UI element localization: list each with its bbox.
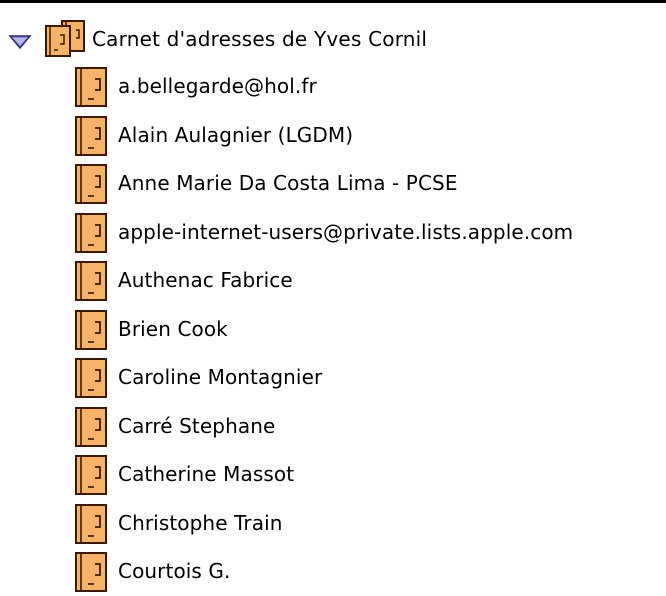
address-book-title[interactable]: Carnet d'adresses de Yves Cornil [92,27,427,51]
address-card-icon [75,212,107,253]
address-card-icon [75,309,107,350]
address-book-group-icon [45,20,85,57]
contact-list-item[interactable]: Brien Cook [0,306,666,354]
address-card-icon [75,358,107,398]
contact-label: Brien Cook [118,316,228,341]
address-card-icon [75,164,107,204]
address-card-icon [75,406,107,447]
contact-label: Authenac Fabrice [118,268,293,292]
contact-label: Carré Stephane [118,413,276,438]
contact-list-item[interactable]: Catherine Massot [0,451,666,499]
contact-label: a.bellegarde@hol.fr [118,74,317,98]
contact-list-item[interactable]: Alain Aulagnier (LGDM) [0,112,666,160]
contact-list-item[interactable]: Christophe Train [0,500,666,548]
contact-label: Alain Aulagnier (LGDM) [118,122,354,147]
disclosure-triangle-down-icon[interactable] [8,34,32,50]
contact-list-item[interactable]: apple-internet-users@private.lists.apple… [0,209,666,257]
address-card-icon [75,455,107,495]
contact-list-item[interactable]: Carré Stephane [0,403,666,451]
address-card-icon [75,115,107,156]
contact-label: Christophe Train [118,510,283,535]
contact-list-item[interactable]: Authenac Fabrice [0,257,666,305]
contact-label: Courtois G. [118,559,231,583]
contact-list-item[interactable]: Courtois G. [0,548,666,596]
contact-label: Anne Marie Da Costa Lima - PCSE [118,171,458,195]
contact-label: Caroline Montagnier [118,365,323,389]
address-card-icon [75,552,107,592]
contact-list-item[interactable]: a.bellegarde@hol.fr [0,63,666,111]
address-book-tree: Carnet d'adresses de Yves Cornil a.belle… [0,0,666,592]
address-card-icon [75,67,107,107]
contact-list-item[interactable]: Caroline Montagnier [0,354,666,402]
address-card-icon [75,261,107,301]
address-card-icon [75,503,107,544]
address-book-root-row[interactable]: Carnet d'adresses de Yves Cornil [0,18,666,58]
contact-label: Catherine Massot [118,462,295,486]
contact-label: apple-internet-users@private.lists.apple… [118,219,574,244]
contact-list-item[interactable]: Anne Marie Da Costa Lima - PCSE [0,160,666,208]
